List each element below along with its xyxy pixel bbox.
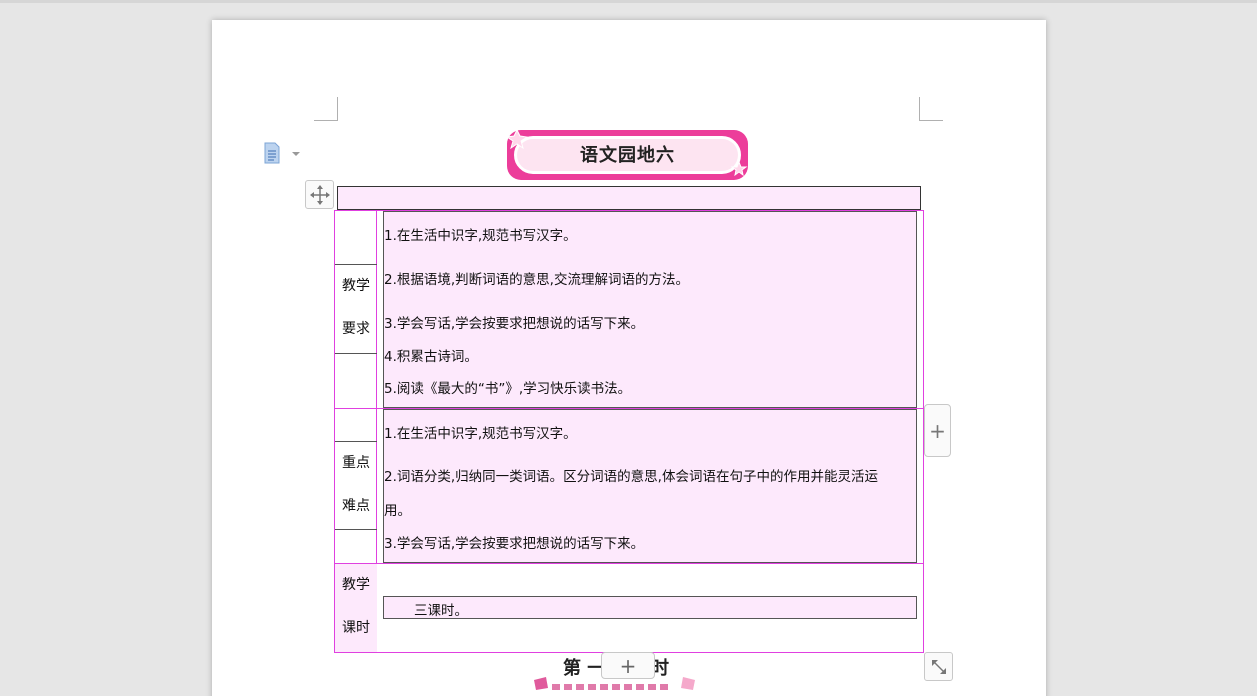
- class-hours-label: 教学 课时: [335, 564, 377, 652]
- class-hours-label-line2: 课时: [342, 620, 370, 636]
- table-header-row[interactable]: [337, 186, 921, 210]
- requirement-item-1: 1.在生活中识字,规范书写汉字。: [384, 228, 577, 244]
- margin-corner-top-right: [919, 97, 943, 121]
- section-title: 语文园地六: [580, 145, 675, 166]
- requirements-label-line1: 教学: [342, 278, 370, 294]
- requirement-item-3: 3.学会写话,学会按要求把想说的话写下来。: [384, 316, 645, 332]
- key-points-label-line1: 重点: [342, 455, 370, 471]
- decorative-ribbon: [534, 677, 695, 690]
- key-point-item-2-cont: 用。: [384, 503, 411, 519]
- requirements-label: 教学 要求: [335, 264, 377, 354]
- table-resize-handle[interactable]: [924, 652, 953, 681]
- top-bar: [0, 0, 1257, 3]
- class-hours-value: 三课时。: [414, 603, 468, 619]
- table-move-handle[interactable]: [305, 180, 334, 209]
- row-divider-2: [334, 563, 924, 564]
- requirements-label-line2: 要求: [342, 321, 370, 337]
- add-column-button[interactable]: +: [924, 404, 951, 457]
- key-point-item-1: 1.在生活中识字,规范书写汉字。: [384, 426, 577, 442]
- paste-options-icon[interactable]: [263, 142, 301, 164]
- requirement-item-5: 5.阅读《最大的“书”》,学习快乐读书法。: [384, 381, 632, 397]
- add-row-button[interactable]: +: [601, 652, 655, 679]
- key-point-item-3: 3.学会写话,学会按要求把想说的话写下来。: [384, 536, 645, 552]
- key-point-item-2: 2.词语分类,归纳同一类词语。区分词语的意思,体会词语在句子中的作用并能灵活运: [384, 469, 878, 485]
- key-points-label-line2: 难点: [342, 498, 370, 514]
- resize-arrows-icon: [931, 659, 946, 674]
- margin-corner-top-left: [314, 97, 338, 121]
- key-points-label: 重点 难点: [335, 441, 377, 530]
- requirement-item-4: 4.积累古诗词。: [384, 349, 478, 365]
- class-hours-label-line1: 教学: [342, 577, 370, 593]
- requirement-item-2: 2.根据语境,判断词语的意思,交流理解词语的方法。: [384, 272, 689, 288]
- move-arrows-icon: [309, 184, 330, 205]
